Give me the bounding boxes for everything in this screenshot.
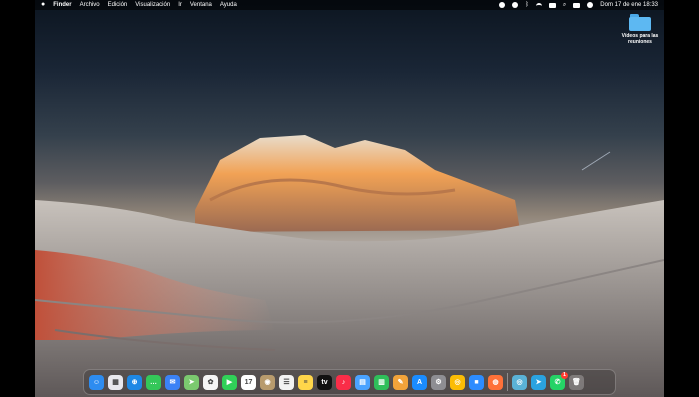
trash-icon[interactable]: 🗑 <box>569 374 584 390</box>
dock: ☺ ▦ ⊕… ✉ ➤ ✿ ▶ 17 ◉ ☰ ≡ tv ♪ ▤ ▥ ✎ A ⚙ ◎ ■ ◍ ◎ ➤ ✆ 1 🗑 <box>83 369 616 395</box>
menu-ventana[interactable]: Ventana <box>190 0 212 10</box>
dock-chrome-canary-icon[interactable]: ◎ <box>512 374 527 390</box>
dock-mail-icon[interactable]: ✉ <box>165 374 180 390</box>
dock-messages-icon[interactable]: … <box>146 374 161 390</box>
menu-visualizacion[interactable]: Visualización <box>135 0 170 10</box>
desktop-folder[interactable]: Vídeos para las reuniones <box>615 14 664 45</box>
menu-edicion[interactable]: Edición <box>108 0 128 10</box>
dock-notes-icon[interactable]: ≡ <box>298 374 313 390</box>
dock-whatsapp-icon[interactable]: ✆ 1 <box>550 371 568 390</box>
desktop-folder-label: Vídeos para las reuniones <box>621 33 659 45</box>
dock-pages-icon[interactable]: ✎ <box>393 374 408 390</box>
dock-tv-icon[interactable]: tv <box>317 374 332 390</box>
menu-bar-clock[interactable]: Dom 17 de ene 18:33 <box>600 0 658 10</box>
desktop-wallpaper <box>35 135 664 397</box>
menu-archivo[interactable]: Archivo <box>80 0 100 10</box>
wifi-icon[interactable] <box>535 2 542 8</box>
apple-icon[interactable]: ● <box>41 0 45 10</box>
battery-icon[interactable] <box>548 2 556 8</box>
dock-telegram-icon[interactable]: ➤ <box>531 374 546 390</box>
desktop: ● Finder Archivo Edición Visualización I… <box>35 0 664 397</box>
menu-bar: ● Finder Archivo Edición Visualización I… <box>35 0 664 10</box>
dock-music-icon[interactable]: ♪ <box>336 374 351 390</box>
play-icon[interactable] <box>512 2 519 8</box>
dock-launchpad-icon[interactable]: ▦ <box>108 374 123 390</box>
screen-record-icon[interactable] <box>499 2 506 8</box>
dock-firefox-icon[interactable]: ◍ <box>488 374 503 390</box>
menu-ir[interactable]: Ir <box>178 0 182 10</box>
dock-contacts-icon[interactable]: ◉ <box>260 374 275 390</box>
dock-keynote-icon[interactable]: ▤ <box>355 374 370 390</box>
dock-chrome-icon[interactable]: ◎ <box>450 374 465 390</box>
dock-facetime-icon[interactable]: ▶ <box>222 374 237 390</box>
search-icon[interactable]: ⌕ <box>563 0 566 10</box>
siri-icon[interactable] <box>587 2 594 8</box>
dock-photos-icon[interactable]: ✿ <box>203 374 218 390</box>
dock-system-preferences-icon[interactable]: ⚙ <box>431 374 446 390</box>
notification-badge: 1 <box>561 371 568 379</box>
menu-ayuda[interactable]: Ayuda <box>220 0 237 10</box>
folder-icon <box>629 14 651 31</box>
dock-app-store-icon[interactable]: A <box>412 374 427 390</box>
dock-safari-icon[interactable]: ⊕ <box>127 374 142 390</box>
dock-maps-icon[interactable]: ➤ <box>184 374 199 390</box>
dock-zoom-icon[interactable]: ■ <box>469 374 484 390</box>
dock-finder-icon[interactable]: ☺ <box>89 374 104 390</box>
dock-calendar-icon[interactable]: 17 <box>241 374 256 390</box>
bluetooth-icon[interactable]: ᛒ <box>525 0 529 10</box>
dock-reminders-icon[interactable]: ☰ <box>279 374 294 390</box>
dock-separator <box>507 373 508 391</box>
dock-numbers-icon[interactable]: ▥ <box>374 374 389 390</box>
menu-finder[interactable]: Finder <box>53 0 71 10</box>
control-center-icon[interactable] <box>573 2 581 8</box>
